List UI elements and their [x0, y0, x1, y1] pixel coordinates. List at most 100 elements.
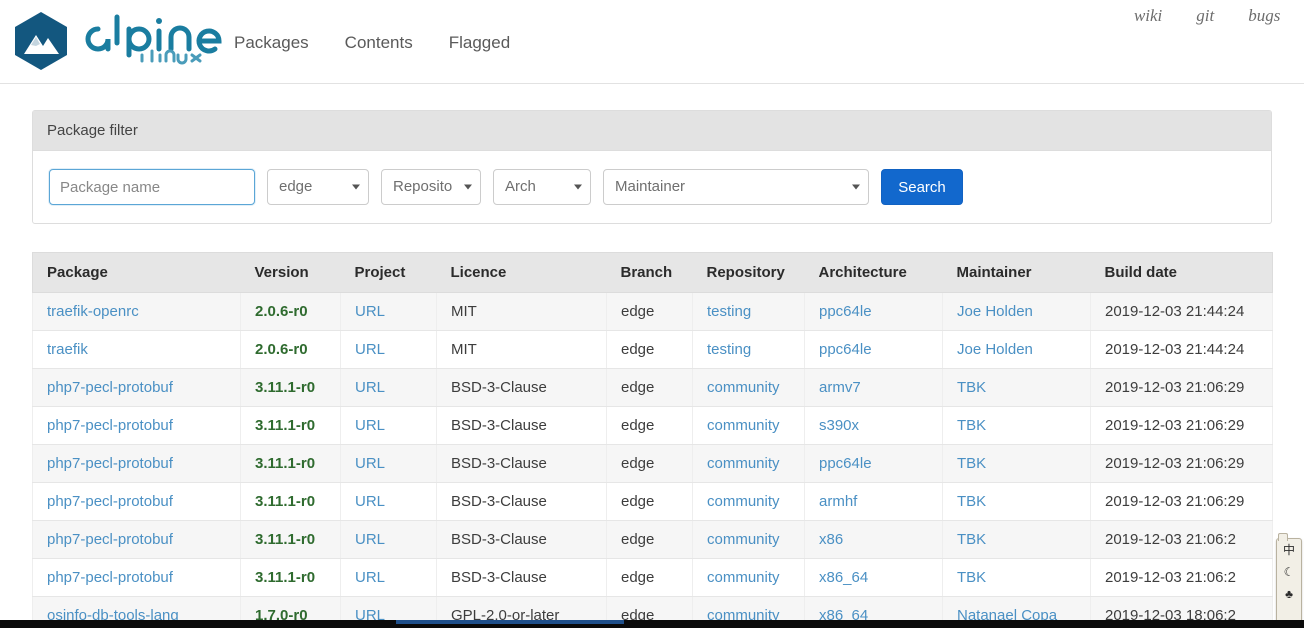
cell-repository-link[interactable]: community [707, 531, 780, 548]
table-row: traefik 2.0.6-r0 URL MIT edge testing ppc64le J… [32, 330, 1273, 369]
cell-package: php7-pecl-protobuf [32, 558, 241, 597]
chevron-down-icon [574, 184, 582, 190]
top-link-git[interactable]: git [1196, 6, 1214, 26]
cell-version: 2.0.6-r0 [240, 292, 341, 331]
cell-package-link[interactable]: traefik [47, 341, 88, 358]
cell-maintainer-link[interactable]: TBK [957, 417, 986, 434]
cell-maintainer-link[interactable]: TBK [957, 493, 986, 510]
cell-repository-link[interactable]: community [707, 569, 780, 586]
cell-project-link[interactable]: URL [355, 493, 385, 510]
nav-item-contents[interactable]: Contents [343, 28, 415, 57]
cell-build-date: 2019-12-03 21:06:29 [1090, 482, 1273, 521]
cell-maintainer-link[interactable]: Joe Holden [957, 341, 1033, 358]
cell-branch-text: edge [621, 417, 655, 434]
column-header-licence[interactable]: Licence [436, 252, 607, 293]
cell-maintainer-link[interactable]: TBK [957, 455, 986, 472]
cell-architecture-link[interactable]: armv7 [819, 379, 861, 396]
cell-repository-link[interactable]: community [707, 493, 780, 510]
cell-repository-link[interactable]: testing [707, 303, 751, 320]
cell-project-link[interactable]: URL [355, 303, 385, 320]
package-filter-title: Package filter [33, 111, 1271, 151]
column-header-build-date[interactable]: Build date [1090, 252, 1273, 293]
column-header-project[interactable]: Project [340, 252, 437, 293]
nav-item-flagged[interactable]: Flagged [447, 28, 512, 57]
cell-maintainer-link[interactable]: TBK [957, 569, 986, 586]
cell-repository: community [692, 444, 805, 483]
cell-project-link[interactable]: URL [355, 455, 385, 472]
cell-project-link[interactable]: URL [355, 379, 385, 396]
cell-package-link[interactable]: traefik-openrc [47, 303, 139, 320]
maintainer-select[interactable]: Maintainer [603, 169, 869, 205]
cell-licence-text: BSD-3-Clause [451, 493, 547, 510]
cell-architecture-link[interactable]: armhf [819, 493, 857, 510]
cell-package-link[interactable]: php7-pecl-protobuf [47, 379, 173, 396]
column-header-package[interactable]: Package [32, 252, 241, 293]
cell-architecture-link[interactable]: s390x [819, 417, 859, 434]
cell-branch: edge [606, 558, 693, 597]
table-row: php7-pecl-protobuf 3.11.1-r0 URL BSD-3-Clau… [32, 444, 1273, 483]
column-header-maintainer[interactable]: Maintainer [942, 252, 1091, 293]
ime-halfwidth-icon[interactable]: ☾ [1280, 564, 1298, 580]
cell-repository-link[interactable]: community [707, 379, 780, 396]
cell-maintainer-link[interactable]: TBK [957, 531, 986, 548]
cell-package: traefik [32, 330, 241, 369]
cell-licence: MIT [436, 330, 607, 369]
cell-repository-link[interactable]: community [707, 417, 780, 434]
cell-architecture-link[interactable]: ppc64le [819, 341, 872, 358]
cell-project: URL [340, 406, 437, 445]
cell-version-text: 3.11.1-r0 [255, 493, 316, 510]
cell-package-link[interactable]: php7-pecl-protobuf [47, 455, 173, 472]
cell-branch: edge [606, 482, 693, 521]
cell-package: php7-pecl-protobuf [32, 482, 241, 521]
cell-version: 3.11.1-r0 [240, 558, 341, 597]
cell-repository-link[interactable]: testing [707, 341, 751, 358]
cell-branch-text: edge [621, 455, 655, 472]
cell-architecture: ppc64le [804, 444, 943, 483]
branch-select[interactable]: edge [267, 169, 369, 205]
nav-item-packages[interactable]: Packages [232, 28, 311, 57]
column-header-architecture[interactable]: Architecture [804, 252, 943, 293]
ime-floating-toolbar[interactable]: 中 ☾ ♣ [1276, 533, 1302, 626]
cell-build-date: 2019-12-03 21:44:24 [1090, 292, 1273, 331]
brand-logo-link[interactable] [12, 10, 234, 72]
cell-architecture-link[interactable]: x86 [819, 531, 843, 548]
cell-build-date-text: 2019-12-03 21:06:29 [1105, 493, 1245, 510]
cell-licence: BSD-3-Clause [436, 368, 607, 407]
cell-project: URL [340, 444, 437, 483]
cell-package-link[interactable]: php7-pecl-protobuf [47, 493, 173, 510]
cell-branch: edge [606, 368, 693, 407]
ime-drag-handle[interactable] [1278, 533, 1288, 541]
ime-toolbox-icon[interactable]: ♣ [1280, 586, 1298, 602]
cell-package-link[interactable]: php7-pecl-protobuf [47, 531, 173, 548]
arch-select[interactable]: Arch [493, 169, 591, 205]
cell-maintainer-link[interactable]: TBK [957, 379, 986, 396]
top-link-bugs[interactable]: bugs [1248, 6, 1280, 26]
cell-project-link[interactable]: URL [355, 341, 385, 358]
packages-table-wrapper: Package Version Project Licence Branch R… [32, 252, 1273, 628]
cell-version: 3.11.1-r0 [240, 520, 341, 559]
top-utility-links: wiki git bugs mir [1134, 6, 1304, 26]
column-header-version[interactable]: Version [240, 252, 341, 293]
cell-project-link[interactable]: URL [355, 417, 385, 434]
search-button[interactable]: Search [881, 169, 963, 205]
cell-architecture-link[interactable]: ppc64le [819, 455, 872, 472]
ime-chinese-mode-icon[interactable]: 中 [1280, 542, 1298, 558]
cell-project-link[interactable]: URL [355, 569, 385, 586]
cell-build-date-text: 2019-12-03 21:06:29 [1105, 455, 1245, 472]
cell-package: php7-pecl-protobuf [32, 520, 241, 559]
package-name-input[interactable] [49, 169, 255, 205]
cell-package-link[interactable]: php7-pecl-protobuf [47, 417, 173, 434]
column-header-branch[interactable]: Branch [606, 252, 693, 293]
cell-project-link[interactable]: URL [355, 531, 385, 548]
column-header-repository[interactable]: Repository [692, 252, 805, 293]
cell-architecture-link[interactable]: ppc64le [819, 303, 872, 320]
cell-maintainer-link[interactable]: Joe Holden [957, 303, 1033, 320]
repository-select-value: Reposito [393, 178, 453, 195]
cell-package-link[interactable]: php7-pecl-protobuf [47, 569, 173, 586]
top-link-wiki[interactable]: wiki [1134, 6, 1162, 26]
cell-build-date-text: 2019-12-03 21:44:24 [1105, 303, 1245, 320]
cell-architecture-link[interactable]: x86_64 [819, 569, 868, 586]
cell-version-text: 3.11.1-r0 [255, 455, 316, 472]
cell-repository-link[interactable]: community [707, 455, 780, 472]
repository-select[interactable]: Reposito [381, 169, 481, 205]
